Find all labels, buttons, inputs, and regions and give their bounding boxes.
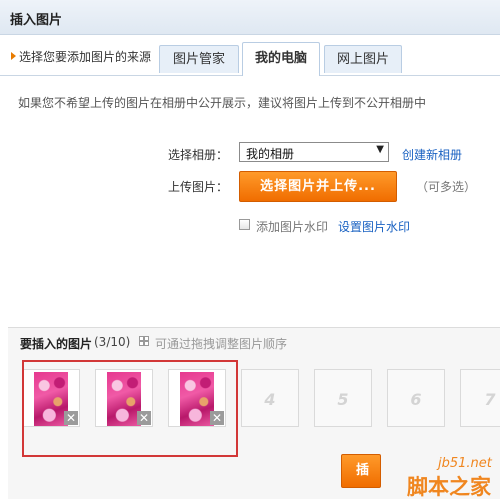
create-album-link[interactable]: 创建新相册 <box>402 146 462 163</box>
selection-highlight <box>22 360 238 457</box>
slot-number: 7 <box>484 390 496 409</box>
tab-my-computer[interactable]: 我的电脑 <box>242 42 320 76</box>
privacy-notice: 如果您不希望上传的图片在相册中公开展示，建议将图片上传到不公开相册中 <box>18 96 427 110</box>
source-label: 选择您要添加图片的来源 <box>19 50 152 64</box>
slot-number: 6 <box>410 390 422 409</box>
drag-hint: 可通过拖拽调整图片顺序 <box>155 337 288 351</box>
site-watermark: jb51.net <box>438 456 492 471</box>
empty-slot: 6 <box>387 369 445 427</box>
dropdown-arrow-icon: ▼ <box>376 144 384 155</box>
source-row: 选择您要添加图片的来源 图片管家 我的电脑 网上图片 <box>0 35 500 76</box>
watermark-checkbox[interactable] <box>239 219 250 230</box>
move-icon <box>139 336 149 346</box>
tab-photo-manager[interactable]: 图片管家 <box>159 45 239 73</box>
select-and-upload-button[interactable]: 选择图片并上传... <box>239 171 397 202</box>
slot-number: 4 <box>264 390 276 409</box>
multi-select-hint: （可多选） <box>416 180 477 194</box>
watermark-label: 添加图片水印 <box>256 220 329 234</box>
slot-number: 5 <box>337 390 349 409</box>
album-label: 选择相册： <box>168 148 229 162</box>
insert-count: (3/10) <box>94 335 131 349</box>
dialog-titlebar: 插入图片 <box>0 0 500 35</box>
empty-slot: 4 <box>241 369 299 427</box>
tab-web-images[interactable]: 网上图片 <box>324 45 402 73</box>
brand-watermark: 脚本之家 <box>407 475 491 499</box>
album-select[interactable]: 我的相册 ▼ <box>239 142 389 162</box>
arrow-right-icon <box>11 52 16 60</box>
upload-label: 上传图片： <box>168 180 229 194</box>
dialog-title: 插入图片 <box>10 13 63 28</box>
insert-title: 要插入的图片 <box>20 337 93 351</box>
empty-slot: 5 <box>314 369 372 427</box>
album-select-value: 我的相册 <box>246 147 295 161</box>
watermark-settings-link[interactable]: 设置图片水印 <box>338 218 410 235</box>
empty-slot: 7 <box>460 369 500 427</box>
insert-confirm-button[interactable]: 插 <box>341 454 381 488</box>
